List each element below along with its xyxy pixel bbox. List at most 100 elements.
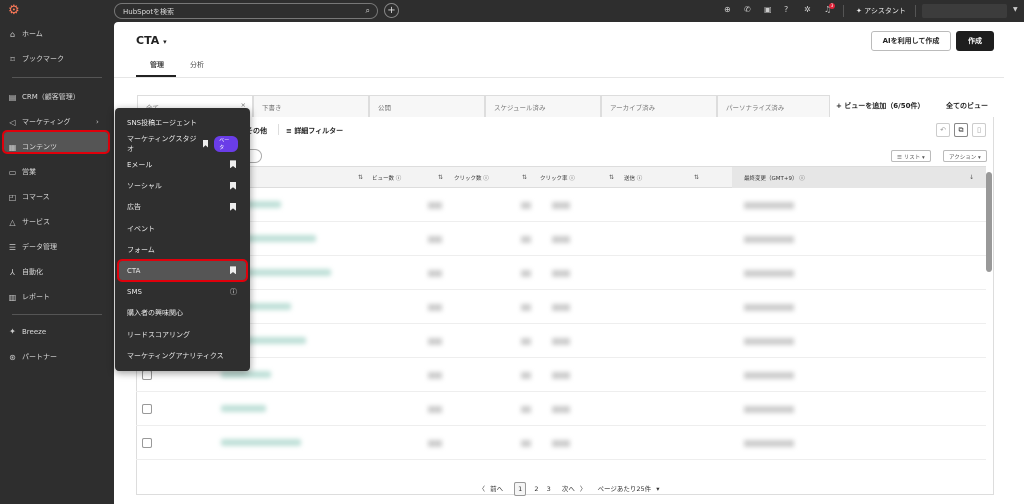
table-row[interactable] [136, 256, 986, 290]
bookmark-icon[interactable] [230, 181, 236, 190]
bookmark-icon[interactable] [230, 266, 236, 275]
sort-icon[interactable]: ⇅ [694, 174, 699, 181]
row-cell-blurred [552, 372, 570, 379]
page-1-button[interactable]: 1 [514, 482, 527, 496]
menu-item[interactable]: リードスコアリング [119, 325, 246, 344]
page-3-button[interactable]: 3 [547, 485, 551, 493]
next-button[interactable]: 次へ 〉 [559, 485, 587, 493]
add-button[interactable]: + [384, 3, 399, 18]
column-last-modified[interactable]: 最終変更（GMT+9） ⓘ [744, 174, 805, 182]
view-tab-scheduled[interactable]: スケジュール済み [485, 95, 601, 117]
row-checkbox[interactable] [142, 404, 152, 414]
hubspot-logo-icon[interactable]: ⚙ [8, 3, 20, 18]
account-menu[interactable] [922, 4, 1007, 18]
sort-icon[interactable]: ⇅ [358, 174, 363, 181]
menu-item[interactable]: CTA [117, 259, 248, 283]
page-title[interactable]: CTA ▾ [136, 34, 167, 47]
sidebar-item-label: ブックマーク [22, 55, 64, 63]
list-view-dropdown[interactable]: ☰ リスト ▾ [891, 150, 931, 162]
upgrade-icon[interactable]: ⊕ [724, 5, 731, 14]
menu-item[interactable]: ソーシャル [119, 177, 246, 196]
row-cell-blurred [744, 270, 794, 277]
menu-item[interactable]: マーケティングスタジオ ベータ [119, 134, 246, 153]
table-row[interactable] [136, 222, 986, 256]
sidebar-item-automation[interactable]: ⅄ 自動化 [8, 267, 43, 277]
bookmark-icon[interactable] [202, 139, 209, 148]
column-views[interactable]: ビュー数 ⓘ [372, 174, 401, 182]
row-cell-blurred [744, 304, 794, 311]
column-label: クリック数 [454, 176, 482, 182]
sidebar-item-partner[interactable]: ⊛ パートナー [8, 352, 57, 362]
sort-icon[interactable]: ⇅ [438, 174, 443, 181]
menu-item[interactable]: マーケティングアナリティクス [119, 346, 246, 365]
sidebar-item-content[interactable]: ▦ コンテンツ [8, 142, 57, 152]
next-label: 次へ [561, 485, 575, 493]
menu-item-label: イベント [127, 224, 155, 233]
sidebar-item-sales[interactable]: ▭ 営業 [8, 167, 36, 177]
copy-icon[interactable]: ⧉ [954, 123, 968, 137]
sidebar-item-crm[interactable]: ▤ CRM（顧客管理） [8, 92, 80, 102]
sidebar-item-data[interactable]: ☰ データ管理 [8, 242, 57, 252]
view-tab-personalized[interactable]: パーソナライズ済み [717, 95, 830, 117]
delete-icon[interactable]: ▯ [972, 123, 986, 137]
page-2-button[interactable]: 2 [534, 485, 538, 493]
assistant-button[interactable]: ✦ アシスタント [856, 6, 906, 16]
create-with-ai-button[interactable]: AIを利用して作成 [871, 31, 951, 51]
chevron-down-icon[interactable]: ▼ [1013, 6, 1018, 13]
row-cell-blurred [744, 406, 794, 413]
menu-item[interactable]: SNS投稿エージェント [119, 113, 246, 132]
row-checkbox[interactable] [142, 438, 152, 448]
bookmark-icon[interactable] [230, 202, 236, 211]
advanced-filters-button[interactable]: ≡ 詳細フィルター [286, 126, 343, 136]
sidebar-item-service[interactable]: △ サービス [8, 217, 50, 227]
help-icon[interactable]: ? [784, 5, 788, 14]
menu-item[interactable]: フォーム [119, 240, 246, 259]
all-views-button[interactable]: 全てのビュー [946, 101, 988, 111]
sort-icon[interactable]: ⇅ [522, 174, 527, 181]
sidebar-item-commerce[interactable]: ◰ コマース [8, 192, 50, 202]
column-clicks[interactable]: クリック数 ⓘ [454, 174, 489, 182]
sidebar-item-breeze[interactable]: ✦ Breeze [8, 327, 46, 336]
create-button[interactable]: 作成 [956, 31, 994, 51]
menu-item[interactable]: SMS ⓘ [119, 283, 246, 302]
sidebar-item-home[interactable]: ⌂ ホーム [8, 29, 43, 39]
menu-item[interactable]: 広告 [119, 198, 246, 217]
add-view-button[interactable]: + ビューを追加（6/50件） [836, 101, 924, 111]
sidebar-item-marketing[interactable]: ◁ マーケティング › [8, 117, 98, 127]
prev-button[interactable]: 〈 前へ [479, 485, 507, 493]
table-row[interactable] [136, 392, 986, 426]
sidebar-item-label: 営業 [22, 168, 36, 176]
bookmark-icon[interactable] [230, 160, 236, 169]
sort-desc-icon[interactable]: ↓ [969, 174, 974, 181]
view-tab-archived[interactable]: アーカイブ済み [601, 95, 717, 117]
search-input[interactable]: HubSpotを検索 ⌕ [114, 3, 378, 19]
undo-icon[interactable]: ↶ [936, 123, 950, 137]
row-cell-blurred [428, 270, 442, 277]
tab-manage[interactable]: 管理 [150, 60, 164, 70]
menu-item[interactable]: Eメール [119, 155, 246, 174]
settings-icon[interactable]: ✲ [804, 5, 811, 14]
table-row[interactable] [136, 426, 986, 460]
row-checkbox[interactable] [142, 370, 152, 380]
column-click-rate[interactable]: クリック率 ⓘ [540, 174, 575, 182]
table-row[interactable] [136, 324, 986, 358]
marketplace-icon[interactable]: ▣ [764, 5, 772, 14]
table-row[interactable] [136, 188, 986, 222]
view-tab-draft[interactable]: 下書き [253, 95, 369, 117]
column-submissions[interactable]: 送信 ⓘ [624, 174, 642, 182]
sidebar-item-reports[interactable]: ▥ レポート [8, 292, 50, 302]
sort-icon[interactable]: ⇅ [609, 174, 614, 181]
phone-icon[interactable]: ✆ [744, 5, 751, 14]
tab-analyze[interactable]: 分析 [190, 60, 204, 70]
actions-dropdown[interactable]: アクション ▾ [943, 150, 987, 162]
per-page-dropdown[interactable]: ページあたり25件 ▾ [594, 485, 659, 493]
help-icon[interactable]: ⓘ [230, 287, 237, 297]
table-row[interactable] [136, 290, 986, 324]
scrollbar[interactable] [986, 172, 992, 272]
row-cell-blurred [552, 270, 570, 277]
sidebar-item-bookmarks[interactable]: ⌑ ブックマーク [8, 54, 64, 64]
menu-item[interactable]: イベント [119, 219, 246, 238]
table-row[interactable] [136, 358, 986, 392]
menu-item[interactable]: 購入者の興味関心 [119, 304, 246, 323]
view-tab-published[interactable]: 公開 [369, 95, 485, 117]
